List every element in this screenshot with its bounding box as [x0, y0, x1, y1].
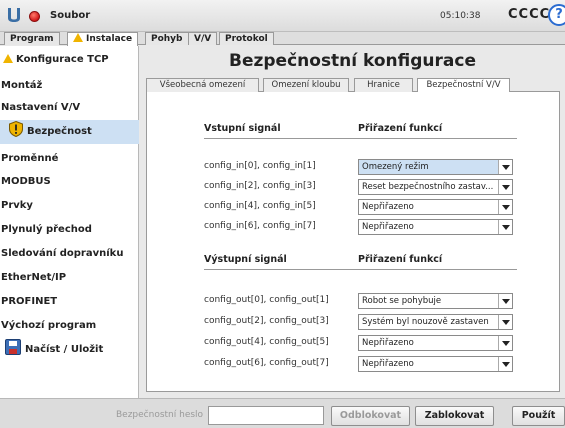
chevron-down-icon	[498, 220, 512, 234]
record-status-icon	[29, 11, 40, 22]
warning-icon	[3, 54, 13, 63]
divider	[204, 138, 517, 139]
help-icon[interactable]: ?	[548, 4, 565, 26]
sidebar-item-nastaveni-vv[interactable]: Nastavení V/V	[0, 96, 139, 120]
sidebar: Konfigurace TCP Montáž Nastavení V/V Bez…	[0, 46, 139, 398]
sidebar-item-ethernet-ip[interactable]: EtherNet/IP	[0, 266, 139, 290]
sidebar-item-bezpecnost[interactable]: Bezpečnost	[0, 120, 139, 144]
output-function-select[interactable]: Robot se pohybuje	[358, 293, 513, 309]
tab-protokol[interactable]: Protokol	[219, 32, 274, 45]
tab-bezpecnostni-vv[interactable]: Bezpečnostní V/V	[417, 78, 510, 93]
input-function-select[interactable]: Reset bezpečnostního zastav...	[358, 179, 513, 195]
divider	[204, 269, 517, 270]
sidebar-item-plynuly-prechod[interactable]: Plynulý přechod	[0, 218, 139, 242]
clock: 05:10:38	[440, 11, 481, 21]
tab-hranice[interactable]: Hranice	[354, 78, 413, 92]
input-function-select[interactable]: Nepřiřazeno	[358, 199, 513, 215]
input-signal-label: config_in[6], config_in[7]	[204, 221, 316, 231]
ur-logo-icon	[8, 8, 20, 22]
tab-pohyb[interactable]: Pohyb	[145, 32, 189, 45]
sidebar-item-nacist-ulozit[interactable]: Načíst / Uložit	[0, 338, 139, 362]
sidebar-item-promenne[interactable]: Proměnné	[0, 147, 139, 171]
output-function-header: Přiřazení funkcí	[358, 254, 443, 265]
output-signal-label: config_out[6], config_out[7]	[204, 358, 329, 368]
output-signal-header: Výstupní signál	[204, 254, 287, 265]
warning-icon	[73, 33, 83, 42]
sidebar-item-konfigurace-tcp[interactable]: Konfigurace TCP	[0, 48, 139, 72]
sidebar-item-modbus[interactable]: MODBUS	[0, 170, 139, 194]
tab-vv[interactable]: V/V	[188, 32, 218, 45]
lock-button[interactable]: Zablokovat	[415, 406, 494, 426]
input-function-header: Přiřazení funkcí	[358, 123, 443, 134]
sidebar-item-sledovani-dopravniku[interactable]: Sledování dopravníku	[0, 242, 139, 266]
output-function-select[interactable]: Nepřiřazeno	[358, 356, 513, 372]
file-menu[interactable]: Soubor	[50, 10, 90, 21]
output-signal-label: config_out[4], config_out[5]	[204, 337, 329, 347]
password-label: Bezpečnostní heslo	[116, 410, 204, 420]
sidebar-item-prvky[interactable]: Prvky	[0, 194, 139, 218]
tab-omezeni-kloubu[interactable]: Omezení kloubu	[263, 78, 349, 92]
input-signal-label: config_in[4], config_in[5]	[204, 201, 316, 211]
chevron-down-icon	[498, 336, 512, 350]
content-area: Bezpečnostní konfigurace Všeobecná omeze…	[140, 46, 565, 398]
unlock-button[interactable]: Odblokovat	[331, 406, 410, 426]
chevron-down-icon	[498, 357, 512, 371]
shield-warning-icon	[9, 121, 23, 137]
main-tabs: Program Instalace Pohyb V/V Protokol	[0, 32, 565, 46]
chevron-down-icon	[498, 200, 512, 214]
input-signal-label: config_in[2], config_in[3]	[204, 181, 316, 191]
chevron-down-icon	[498, 294, 512, 308]
password-input[interactable]	[208, 406, 324, 425]
output-function-select[interactable]: Nepřiřazeno	[358, 335, 513, 351]
tab-program[interactable]: Program	[4, 32, 60, 45]
save-load-icon	[5, 339, 21, 355]
chevron-down-icon	[498, 180, 512, 194]
sidebar-item-profinet[interactable]: PROFINET	[0, 290, 139, 314]
output-function-select[interactable]: Systém byl nouzově zastaven	[358, 314, 513, 330]
tab-instalace[interactable]: Instalace	[67, 32, 139, 46]
input-function-select[interactable]: Nepřiřazeno	[358, 219, 513, 235]
chevron-down-icon	[498, 315, 512, 329]
bottom-bar: Bezpečnostní heslo Odblokovat Zablokovat…	[0, 398, 565, 428]
input-signal-header: Vstupní signál	[204, 123, 281, 134]
sidebar-item-vychozi-program[interactable]: Výchozí program	[0, 314, 139, 338]
input-function-select[interactable]: Omezený režim	[358, 159, 513, 175]
robot-name: CCCC	[508, 7, 551, 22]
chevron-down-icon	[498, 160, 512, 174]
input-signal-label: config_in[0], config_in[1]	[204, 161, 316, 171]
title-bar: Soubor 05:10:38 CCCC ?	[0, 0, 565, 32]
page-title: Bezpečnostní konfigurace	[229, 51, 476, 71]
sidebar-item-montaz[interactable]: Montáž	[0, 74, 139, 98]
output-signal-label: config_out[2], config_out[3]	[204, 316, 329, 326]
apply-button[interactable]: Použít	[512, 406, 565, 426]
output-signal-label: config_out[0], config_out[1]	[204, 295, 329, 305]
safety-io-panel: Vstupní signál Přiřazení funkcí config_i…	[146, 92, 560, 392]
tab-vseobecna-omezeni[interactable]: Všeobecná omezení	[146, 78, 259, 92]
sub-tabs: Všeobecná omezení Omezení kloubu Hranice…	[146, 78, 560, 93]
